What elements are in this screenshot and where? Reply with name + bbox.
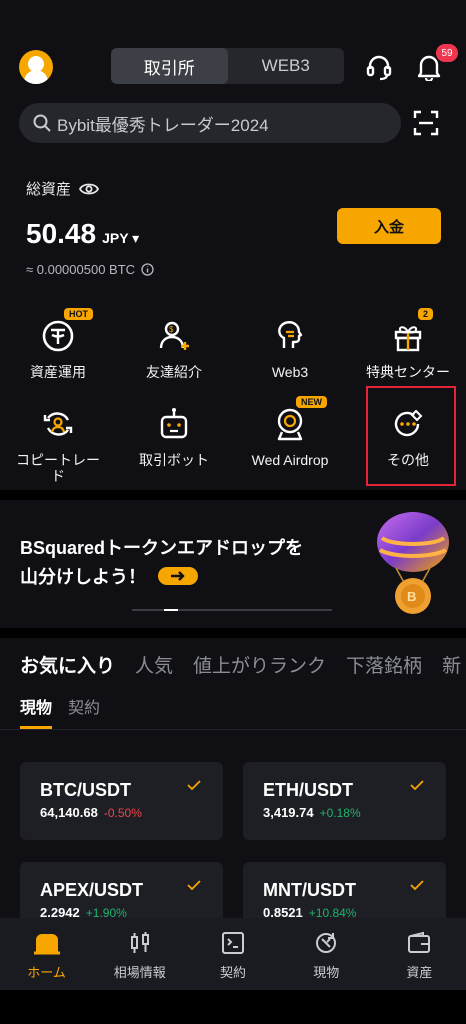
banner-title-line1: BSquaredトークンエアドロップを bbox=[20, 538, 304, 558]
wallet-icon bbox=[408, 931, 431, 953]
market-card-eth[interactable]: ETH/USDT 3,419.74 +0.18% bbox=[243, 762, 446, 840]
svg-text:B: B bbox=[407, 589, 416, 604]
info-icon[interactable] bbox=[141, 263, 154, 276]
shortcut-label: コピートレード bbox=[16, 452, 100, 484]
pair-change: -0.50% bbox=[103, 806, 142, 820]
notification-bell-icon[interactable]: 59 bbox=[414, 44, 458, 82]
total-assets-label: 総資産 bbox=[26, 178, 100, 199]
pair-price: 64,140.68 bbox=[40, 805, 98, 820]
market-subtabs: 現物 契約 bbox=[20, 694, 100, 729]
banner-pagination-active bbox=[164, 609, 178, 611]
shortcut-referral[interactable]: $ 友達紹介 bbox=[116, 316, 232, 380]
shortcut-web3[interactable]: Web3 bbox=[232, 316, 348, 380]
tab-favorites[interactable]: お気に入り bbox=[20, 651, 115, 678]
nav-home[interactable]: ホーム bbox=[0, 918, 93, 990]
nav-contracts[interactable]: 契約 bbox=[186, 918, 279, 990]
contract-icon bbox=[222, 932, 244, 954]
nav-markets[interactable]: 相場情報 bbox=[93, 918, 186, 990]
shortcut-label: 特典センター bbox=[366, 364, 450, 380]
tab-top-gainers[interactable]: 値上がりランク bbox=[193, 651, 326, 678]
svg-text:$: $ bbox=[169, 325, 174, 334]
checkmark-icon[interactable] bbox=[410, 780, 424, 791]
balloon-illustration: B bbox=[372, 510, 454, 618]
market-tabs: お気に入り 人気 値上がりランク 下落銘柄 新 bbox=[20, 651, 461, 678]
bot-icon bbox=[154, 404, 194, 444]
shortcut-copy-trade[interactable]: コピートレード bbox=[0, 404, 116, 484]
shortcut-label: 友達紹介 bbox=[146, 364, 202, 380]
nav-label: 資産 bbox=[406, 965, 433, 980]
divider bbox=[0, 729, 466, 730]
shortcut-rewards-center[interactable]: 2 特典センター bbox=[350, 308, 466, 380]
banner-title-line2: 山分けしよう！ bbox=[20, 567, 146, 587]
exchange-web3-switch: 取引所 WEB3 bbox=[111, 48, 344, 84]
tab-popular[interactable]: 人気 bbox=[135, 651, 173, 678]
nav-spot[interactable]: 現物 bbox=[280, 918, 373, 990]
checkmark-icon[interactable] bbox=[187, 880, 201, 891]
nav-label: 相場情報 bbox=[113, 965, 166, 980]
gift-icon: 2 bbox=[388, 308, 434, 356]
checkmark-icon[interactable] bbox=[410, 880, 424, 891]
arrow-right-icon bbox=[171, 571, 185, 581]
shortcut-asset-management[interactable]: HOT 資産運用 bbox=[0, 308, 116, 380]
shortcut-label: Web3 bbox=[271, 364, 309, 380]
search-icon bbox=[33, 114, 51, 132]
avatar-body bbox=[24, 70, 48, 84]
total-assets-title: 総資産 bbox=[26, 181, 72, 198]
candlestick-icon bbox=[130, 932, 149, 953]
subtab-spot[interactable]: 現物 bbox=[20, 694, 53, 729]
tab-exchange[interactable]: 取引所 bbox=[111, 48, 228, 84]
scan-icon[interactable] bbox=[411, 108, 441, 138]
balance-display: 50.48 JPY ▾ bbox=[26, 218, 139, 250]
pair-price: 3,419.74 bbox=[263, 805, 314, 820]
banner-arrow-button[interactable] bbox=[158, 567, 198, 585]
btc-equivalent-text: ≈ 0.00000500 BTC bbox=[26, 262, 136, 277]
support-icon[interactable] bbox=[364, 52, 394, 82]
deposit-button[interactable]: 入金 bbox=[337, 208, 441, 244]
avatar[interactable] bbox=[19, 50, 53, 84]
nav-label: ホーム bbox=[27, 965, 66, 980]
nav-label: 現物 bbox=[313, 965, 340, 980]
tab-web3[interactable]: WEB3 bbox=[228, 48, 345, 84]
spot-icon bbox=[316, 933, 337, 953]
app-screen: 取引所 WEB3 59 Bybit最優秀トレーダー2024 総資産 50.48 … bbox=[0, 0, 466, 1024]
web3-icon bbox=[270, 316, 310, 356]
subtab-contract[interactable]: 契約 bbox=[68, 694, 100, 729]
banner-title-line2-row: 山分けしよう！ bbox=[20, 563, 198, 589]
currency-label: JPY bbox=[102, 230, 129, 246]
count-tag: 2 bbox=[418, 308, 434, 320]
bottom-nav: ホーム 相場情報 契約 現物 資産 bbox=[0, 918, 466, 990]
pair-change: +0.18% bbox=[319, 806, 361, 820]
eye-icon[interactable] bbox=[79, 182, 100, 196]
system-bar-area bbox=[0, 990, 466, 1024]
highlight-box bbox=[366, 386, 456, 486]
home-icon bbox=[33, 934, 60, 955]
balance-amount: 50.48 bbox=[26, 218, 97, 249]
checkmark-icon[interactable] bbox=[187, 780, 201, 791]
copy-trade-icon bbox=[38, 404, 78, 444]
btc-equivalent: ≈ 0.00000500 BTC bbox=[26, 262, 154, 277]
tab-top-losers[interactable]: 下落銘柄 bbox=[346, 651, 422, 678]
tether-icon: HOT bbox=[38, 308, 93, 356]
referral-icon: $ bbox=[154, 316, 194, 356]
tab-new[interactable]: 新 bbox=[442, 651, 461, 678]
market-card-btc[interactable]: BTC/USDT 64,140.68 -0.50% bbox=[20, 762, 223, 840]
notification-count-badge: 59 bbox=[436, 44, 458, 62]
nav-assets[interactable]: 資産 bbox=[373, 918, 466, 990]
banner-pagination bbox=[132, 609, 332, 611]
hot-tag: HOT bbox=[64, 308, 93, 320]
search-placeholder: Bybit最優秀トレーダー2024 bbox=[57, 115, 269, 135]
shortcut-web-airdrop[interactable]: NEW Wed Airdrop bbox=[232, 396, 348, 468]
shortcut-label: 資産運用 bbox=[30, 364, 86, 380]
new-tag: NEW bbox=[296, 396, 327, 408]
nav-label: 契約 bbox=[220, 965, 247, 980]
currency-selector[interactable]: JPY ▾ bbox=[102, 230, 139, 247]
shortcut-trading-bot[interactable]: 取引ボット bbox=[116, 404, 232, 468]
shortcut-label: 取引ボット bbox=[139, 452, 209, 468]
airdrop-icon: NEW bbox=[270, 396, 327, 444]
search-bar[interactable]: Bybit最優秀トレーダー2024 bbox=[19, 103, 401, 143]
shortcut-label: Wed Airdrop bbox=[251, 452, 329, 468]
